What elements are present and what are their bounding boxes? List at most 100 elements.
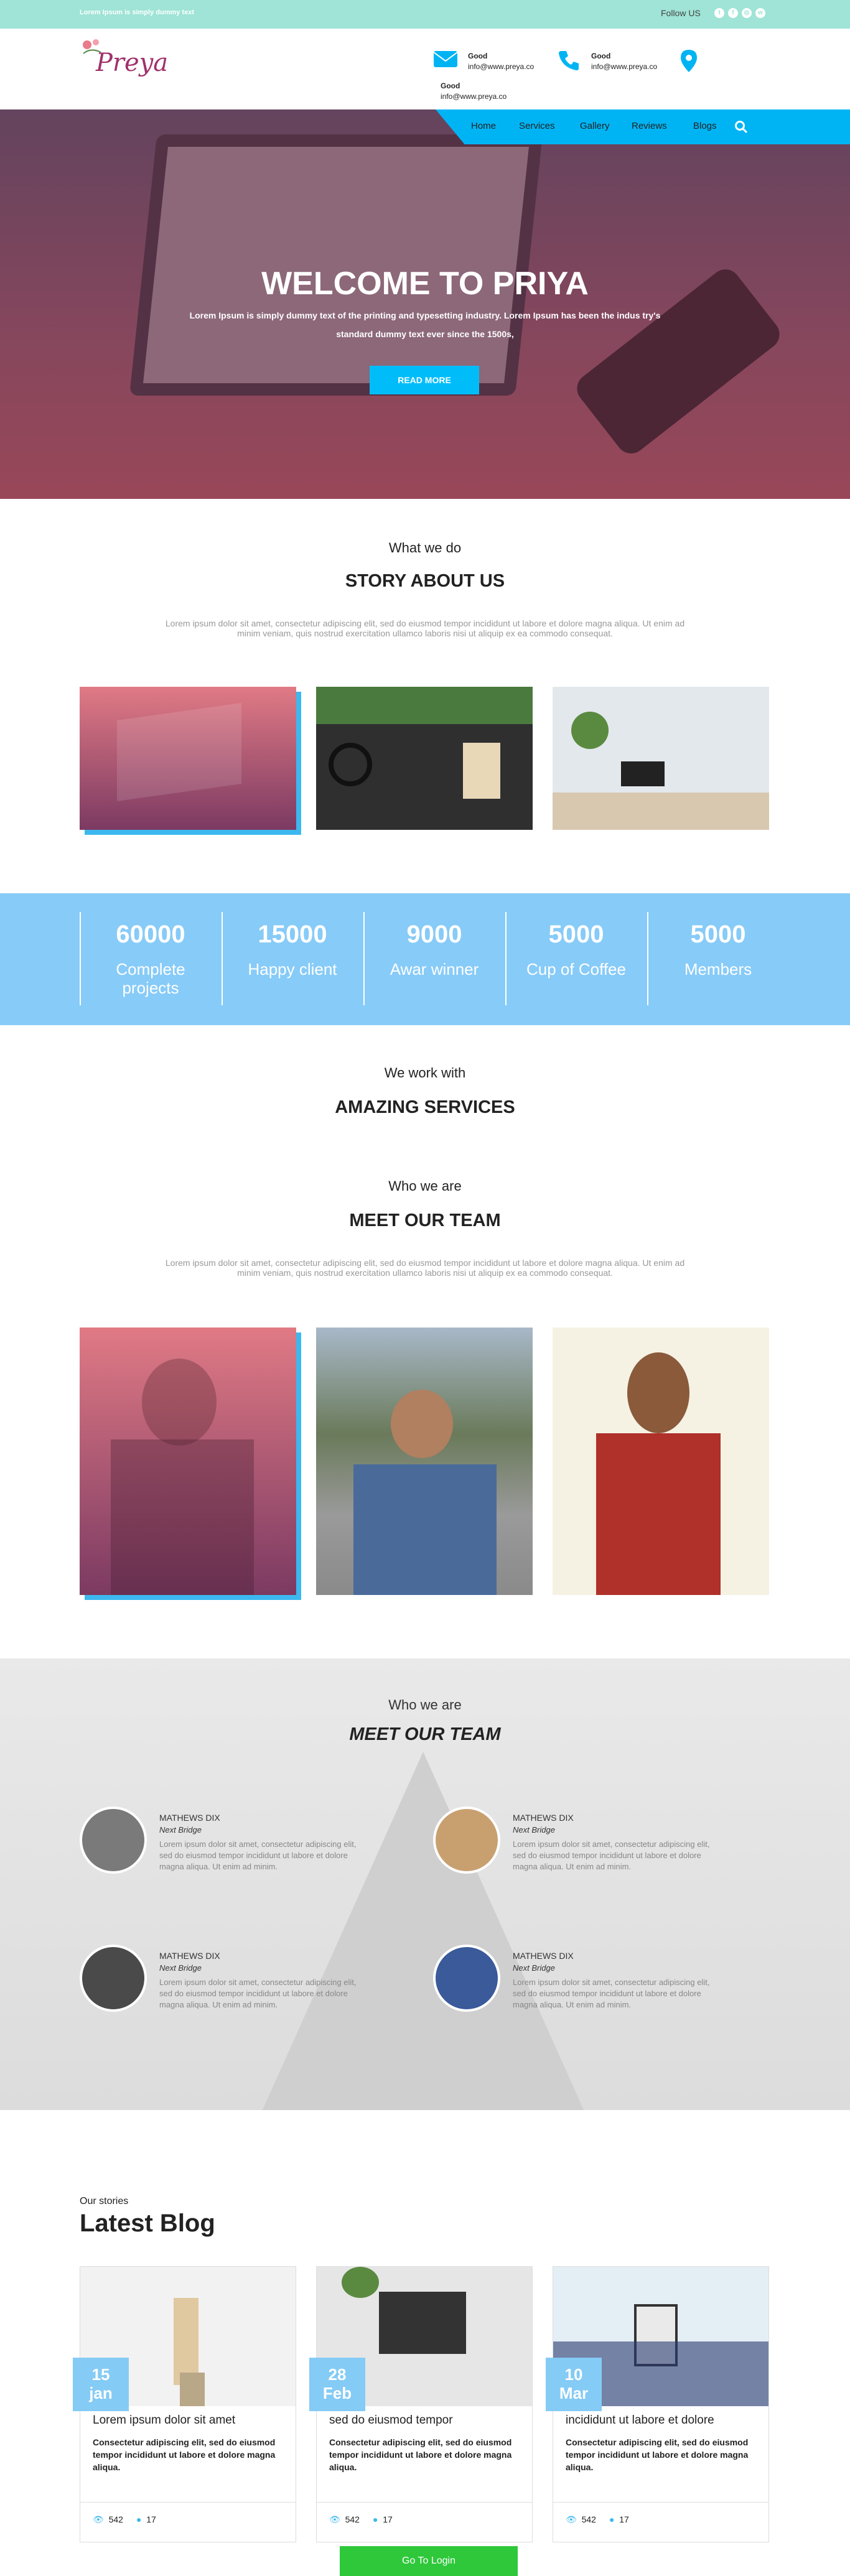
follow-us-label: Follow US [661, 8, 701, 18]
top-bar: Lorem Ipsum is simply dummy text Follow … [0, 0, 850, 29]
stat-label: Cup of Coffee [526, 960, 626, 979]
blog-post-body: Consectetur adipiscing elit, sed do eius… [566, 2437, 749, 2472]
team-title: MEET OUR TEAM [349, 1211, 501, 1230]
team-photo-2[interactable] [316, 1328, 533, 1595]
twitter-icon[interactable]: t [714, 8, 724, 18]
team-member[interactable]: MATHEWS DIX Next Bridge Lorem ipsum dolo… [80, 1806, 366, 1881]
top-bar-text: Lorem Ipsum is simply dummy text [80, 9, 194, 16]
instagram-icon[interactable]: ◎ [742, 8, 752, 18]
blog-card[interactable]: 28 Feb sed do eiusmod tempor Consectetur… [309, 2266, 533, 2542]
read-more-button[interactable]: READ MORE [370, 366, 479, 394]
contact-title: Good [441, 81, 460, 90]
stat-number: 5000 [690, 921, 746, 948]
contact-title: Good [468, 52, 488, 60]
avatar [80, 1945, 147, 2012]
team-member[interactable]: MATHEWS DIX Next Bridge Lorem ipsum dolo… [433, 1945, 719, 2019]
member-role: Next Bridge [513, 1825, 555, 1834]
story-gallery [0, 687, 850, 836]
stat-item: 15000 Happy client [222, 912, 362, 1005]
blog-month: Feb [322, 2384, 352, 2402]
contact-email[interactable]: info@www.preya.co [468, 62, 534, 72]
blog-month: Mar [559, 2384, 589, 2402]
eye-icon: 👁 [566, 2514, 577, 2524]
team2-subtitle: Who we are [388, 1697, 462, 1713]
member-role: Next Bridge [513, 1963, 555, 1973]
blog-month: jan [89, 2384, 113, 2402]
comments-count: ● 17 [373, 2514, 393, 2524]
team-member[interactable]: MATHEWS DIX Next Bridge Lorem ipsum dolo… [80, 1945, 366, 2019]
nav-reviews[interactable]: Reviews [632, 121, 667, 131]
hero-banner: WELCOME TO PRIYA Lorem Ipsum is simply d… [0, 109, 850, 499]
team-member[interactable]: MATHEWS DIX Next Bridge Lorem ipsum dolo… [433, 1806, 719, 1881]
logo[interactable]: Preya [80, 36, 179, 86]
comment-icon: ● [136, 2514, 142, 2524]
contact-2: Good info@www.preya.co [591, 51, 657, 72]
nav-blogs[interactable]: Blogs [693, 121, 717, 131]
member-name: MATHEWS DIX [513, 1951, 574, 1961]
blog-card[interactable]: 15 jan Lorem ipsum dolor sit amet Consec… [73, 2266, 296, 2542]
blog-post-body: Consectetur adipiscing elit, sed do eius… [93, 2437, 276, 2472]
blog-subtitle: Our stories [80, 2196, 129, 2206]
mail-icon [434, 51, 458, 67]
blog-post-title[interactable]: Lorem ipsum dolor sit amet [93, 2414, 235, 2427]
contact-email[interactable]: info@www.preya.co [591, 62, 657, 72]
search-icon[interactable] [734, 120, 748, 134]
services-subtitle: We work with [384, 1065, 466, 1081]
hero-text: Lorem Ipsum is simply dummy text of the … [189, 310, 661, 339]
blog-post-title[interactable]: incididunt ut labore et dolore [566, 2414, 714, 2427]
story-image-1[interactable] [80, 687, 296, 830]
contact-3: Good info@www.preya.co [441, 81, 507, 102]
whatsapp-icon[interactable]: w [755, 8, 765, 18]
avatar [433, 1945, 500, 2012]
blog-day: 28 [328, 2365, 347, 2384]
team-photo-3[interactable] [553, 1328, 769, 1595]
member-name: MATHEWS DIX [513, 1813, 574, 1823]
member-desc: Lorem ipsum dolor sit amet, consectetur … [159, 1839, 357, 1871]
avatar [80, 1806, 147, 1874]
nav-gallery[interactable]: Gallery [580, 121, 610, 131]
member-name: MATHEWS DIX [159, 1813, 220, 1823]
hero-title: WELCOME TO PRIYA [261, 266, 589, 302]
story-image-2[interactable] [316, 687, 533, 830]
stat-label: Complete projects [116, 960, 185, 997]
stat-label: Members [684, 960, 752, 979]
services-title: AMAZING SERVICES [335, 1097, 515, 1117]
blog-card[interactable]: 10 Mar incididunt ut labore et dolore Co… [546, 2266, 769, 2542]
blog-title: Latest Blog [80, 2210, 215, 2237]
logo-text: Preya [96, 49, 169, 77]
facebook-icon[interactable]: f [728, 8, 738, 18]
blog-post-title[interactable]: sed do eiusmod tempor [329, 2414, 453, 2427]
story-image-3[interactable] [553, 687, 769, 830]
blog-day: 10 [564, 2365, 583, 2384]
stat-item: 5000 Members [647, 912, 788, 1005]
team-members-section: Who we are MEET OUR TEAM MATHEWS DIX Nex… [0, 1658, 850, 2110]
contact-1: Good info@www.preya.co [468, 51, 534, 72]
stat-number: 5000 [548, 921, 604, 948]
story-subtitle: What we do [388, 540, 462, 556]
contact-email[interactable]: info@www.preya.co [441, 91, 507, 102]
contact-title: Good [591, 52, 611, 60]
story-text: Lorem ipsum dolor sit amet, consectetur … [165, 618, 685, 638]
eye-icon: 👁 [329, 2514, 340, 2524]
location-pin-icon [681, 50, 697, 72]
stat-number: 9000 [406, 921, 462, 948]
blog-date: 15 jan [73, 2358, 129, 2411]
team-text: Lorem ipsum dolor sit amet, consectetur … [165, 1258, 685, 1278]
blog-day: 15 [91, 2365, 110, 2384]
blog-date: 28 Feb [309, 2358, 365, 2411]
go-to-login-button[interactable]: Go To Login [340, 2546, 518, 2576]
stats-band: 60000 Complete projects 15000 Happy clie… [0, 893, 850, 1025]
blog-post-body: Consectetur adipiscing elit, sed do eius… [329, 2437, 512, 2472]
comments-count: ● 17 [609, 2514, 629, 2524]
nav-home[interactable]: Home [471, 121, 496, 131]
comment-icon: ● [609, 2514, 615, 2524]
eye-icon: 👁 [93, 2514, 104, 2524]
phone-icon [559, 51, 579, 70]
stat-item: 5000 Cup of Coffee [505, 912, 646, 1005]
comment-icon: ● [373, 2514, 378, 2524]
member-role: Next Bridge [159, 1825, 202, 1834]
comments-count: ● 17 [136, 2514, 156, 2524]
team-photo-1[interactable] [80, 1328, 296, 1595]
nav-services[interactable]: Services [519, 121, 555, 131]
stat-item: 9000 Awar winner [363, 912, 504, 1005]
